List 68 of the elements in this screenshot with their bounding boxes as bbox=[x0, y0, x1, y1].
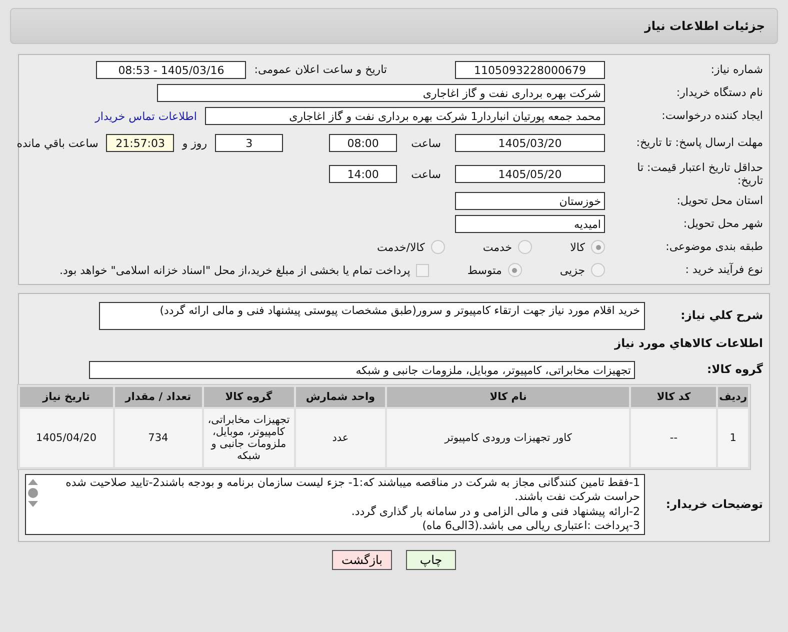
column-header: نام کالا bbox=[387, 387, 630, 407]
date-field: 1405/03/20 bbox=[455, 134, 605, 152]
column-header: واحد شمارش bbox=[296, 387, 386, 407]
checkbox[interactable] bbox=[416, 264, 430, 276]
page-title: جزئیات اطلاعات نیاز bbox=[644, 19, 765, 33]
column-header: ردیف bbox=[718, 387, 748, 407]
buyer-org-field: شرکت بهره برداری نفت و گاز اغاجاری bbox=[157, 84, 605, 102]
radio-button[interactable] bbox=[508, 263, 522, 277]
back-button[interactable]: بازگشت bbox=[332, 550, 392, 570]
field-label: استان محل تحویل: bbox=[676, 194, 763, 208]
time-field: 08:00 bbox=[329, 134, 398, 152]
radio-label: متوسط bbox=[467, 264, 502, 276]
creator-field: محمد جمعه پورتیان انباردار1 شرکت بهره برداری نفت و گاز اغاجاری bbox=[205, 107, 605, 125]
radio-label: خدمت bbox=[482, 240, 512, 254]
buyer-contact-link[interactable]: اطلاعات تماس خریدار bbox=[95, 110, 197, 122]
field-label: نوع فرآیند خرید : bbox=[684, 263, 763, 277]
date-field: 1405/05/20 bbox=[455, 165, 605, 183]
scroll-thumb-icon[interactable] bbox=[28, 488, 38, 498]
field-label: نام دستگاه خریدار: bbox=[675, 86, 763, 100]
radio-button[interactable] bbox=[518, 240, 532, 254]
note-line: 2-ارائه پیشنهاد فنی و مالی الزامی و در سامانه بار گذاری گردد. bbox=[350, 504, 640, 519]
need-number-field: 1105093228000679 bbox=[455, 61, 605, 79]
field-label: شهر محل تحویل: bbox=[682, 217, 763, 231]
radio-button[interactable] bbox=[591, 263, 605, 277]
field-label: تاریخ و ساعت اعلان عمومی: bbox=[254, 63, 387, 77]
scroll-down-icon[interactable] bbox=[28, 501, 38, 507]
time-label: ساعت bbox=[411, 168, 441, 180]
days-label: روز و bbox=[182, 136, 208, 150]
goods-group-field: تجهیزات مخابراتی، کامپیوتر، موبایل، ملزومات جانبی و شبکه bbox=[89, 361, 635, 379]
field-label: گروه کالا: bbox=[706, 363, 763, 377]
days-field: 3 bbox=[215, 134, 284, 152]
radio-button[interactable] bbox=[430, 240, 445, 254]
field-label: شماره نیاز: bbox=[710, 63, 763, 77]
description-box: خرید اقلام مورد نیاز جهت ارتقاء کامپیوتر و سرور(طبق مشخصات پیوستی پیشنهاد فنی و مالی ارائه گردد) bbox=[99, 302, 645, 330]
time-field: 14:00 bbox=[329, 165, 398, 183]
remaining-label: ساعت باقي مانده bbox=[16, 136, 98, 150]
field-label: طبقه بندی موضوعی: bbox=[664, 240, 763, 254]
field-label: توضیحات خریدار: bbox=[664, 498, 763, 512]
print-button[interactable]: چاپ bbox=[406, 550, 456, 570]
field-label: مهلت ارسال پاسخ: تا تاریخ: bbox=[635, 136, 763, 150]
column-header: تاریخ نیاز bbox=[20, 387, 113, 407]
radio-label: کالا bbox=[570, 240, 585, 254]
time-label: ساعت bbox=[411, 136, 441, 150]
field-label: شرح کلي نیاز: bbox=[680, 309, 763, 323]
radio-label: کالا/خدمت bbox=[377, 240, 425, 254]
table-cell: عدد bbox=[296, 409, 386, 467]
field-label: حداقل تاریخ اعتبار قیمت: تا تاریخ: bbox=[636, 160, 763, 188]
table-cell: -- bbox=[631, 409, 716, 467]
table-cell: 734 bbox=[114, 409, 202, 467]
table-cell: 1405/04/20 bbox=[20, 409, 113, 467]
scroll-up-icon[interactable] bbox=[28, 479, 38, 485]
column-header: کد کالا bbox=[631, 387, 716, 407]
remaining-time-field: 21:57:03 bbox=[106, 134, 174, 152]
table-cell: 1 bbox=[718, 409, 748, 467]
column-header: گروه کالا bbox=[204, 387, 294, 407]
city-field: امیدیه bbox=[455, 215, 605, 233]
province-field: خوزستان bbox=[455, 192, 605, 210]
field-label: ایجاد کننده درخواست: bbox=[660, 109, 763, 123]
note-line: 3-پرداخت :اعتباری ریالی می باشد.(3الی6 ماه) bbox=[421, 518, 640, 534]
note-line: 1-فقط تامین کنندگانی مجاز به شرکت در مناقصه میباشند که:1- جزء لیست سازمان برنامه و بودجه باشند2-تایید صلاحیت شده حراست شرکت نفت باشند. bbox=[64, 476, 640, 505]
table-cell: تجهیزات مخابراتی، کامپیوتر، موبایل، ملزومات جانبی و شبکه bbox=[204, 409, 294, 467]
radio-label: جزیی bbox=[560, 264, 585, 276]
payment-note: پرداخت تمام یا بخشی از مبلغ خرید،از محل "اسناد خزانه اسلامی" خواهد بود. bbox=[60, 264, 410, 276]
announce-date-field: 1405/03/16 - 08:53 bbox=[96, 61, 246, 79]
section-heading: اطلاعات کالاهاي مورد نیاز bbox=[614, 337, 763, 351]
radio-button[interactable] bbox=[591, 240, 605, 254]
table-cell: کاور تجهیزات ورودی کامپیوتر bbox=[387, 409, 630, 467]
column-header: تعداد / مقدار bbox=[114, 387, 202, 407]
